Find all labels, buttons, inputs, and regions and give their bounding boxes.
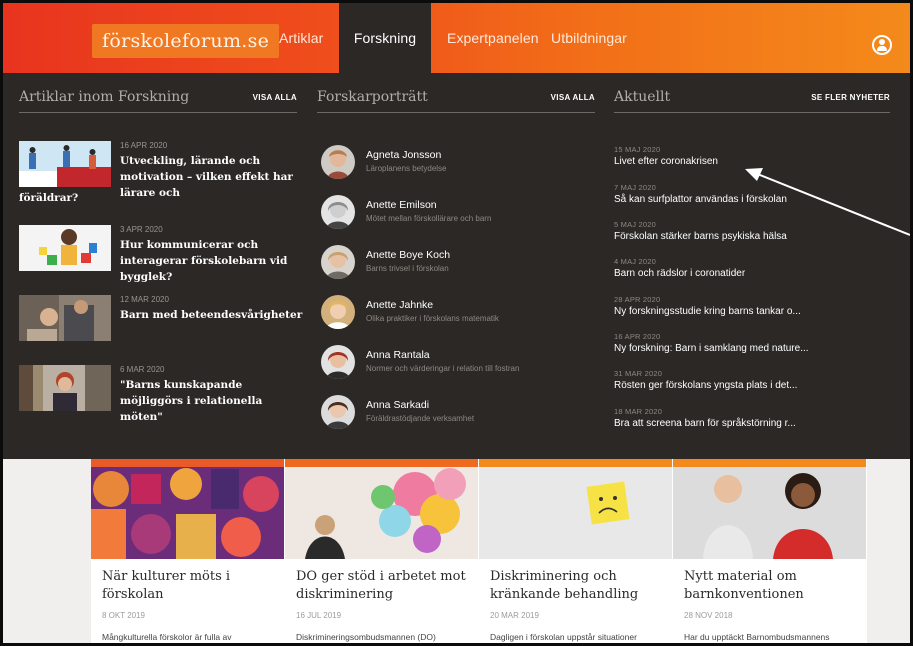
card-excerpt: Har du upptäckt Barnombudsmannens <box>684 632 830 642</box>
card-title[interactable]: Diskriminering och kränkande behandling <box>490 568 668 604</box>
card-excerpt: Mångkulturella förskolor är fulla av <box>102 632 232 642</box>
card-excerpt: Dagligen i förskolan uppstår situationer <box>490 632 637 642</box>
article-card[interactable]: DO ger stöd i arbetet mot diskriminering… <box>285 459 478 643</box>
card-date: 20 MAR 2019 <box>490 611 539 620</box>
card-image <box>91 459 284 559</box>
card-title[interactable]: DO ger stöd i arbetet mot diskriminering <box>296 568 474 604</box>
article-card[interactable]: Nytt material om barnkonventionen 28 NOV… <box>673 459 866 643</box>
article-card[interactable]: När kulturer möts i förskolan 8 OKT 2019… <box>91 459 284 643</box>
browser-viewport: förskoleforum.se Artiklar Forskning Expe… <box>0 0 913 646</box>
card-image <box>285 459 478 559</box>
card-date: 16 JUL 2019 <box>296 611 342 620</box>
card-title[interactable]: Nytt material om barnkonventionen <box>684 568 862 604</box>
article-card[interactable]: Diskriminering och kränkande behandling … <box>479 459 672 643</box>
card-image <box>673 459 866 559</box>
card-image <box>479 459 672 559</box>
card-date: 28 NOV 2018 <box>684 611 733 620</box>
card-date: 8 OKT 2019 <box>102 611 145 620</box>
card-excerpt: Diskrimineringsombudsmannen (DO) <box>296 632 436 642</box>
card-title[interactable]: När kulturer möts i förskolan <box>102 568 280 604</box>
article-card-grid: När kulturer möts i förskolan 8 OKT 2019… <box>91 459 867 643</box>
